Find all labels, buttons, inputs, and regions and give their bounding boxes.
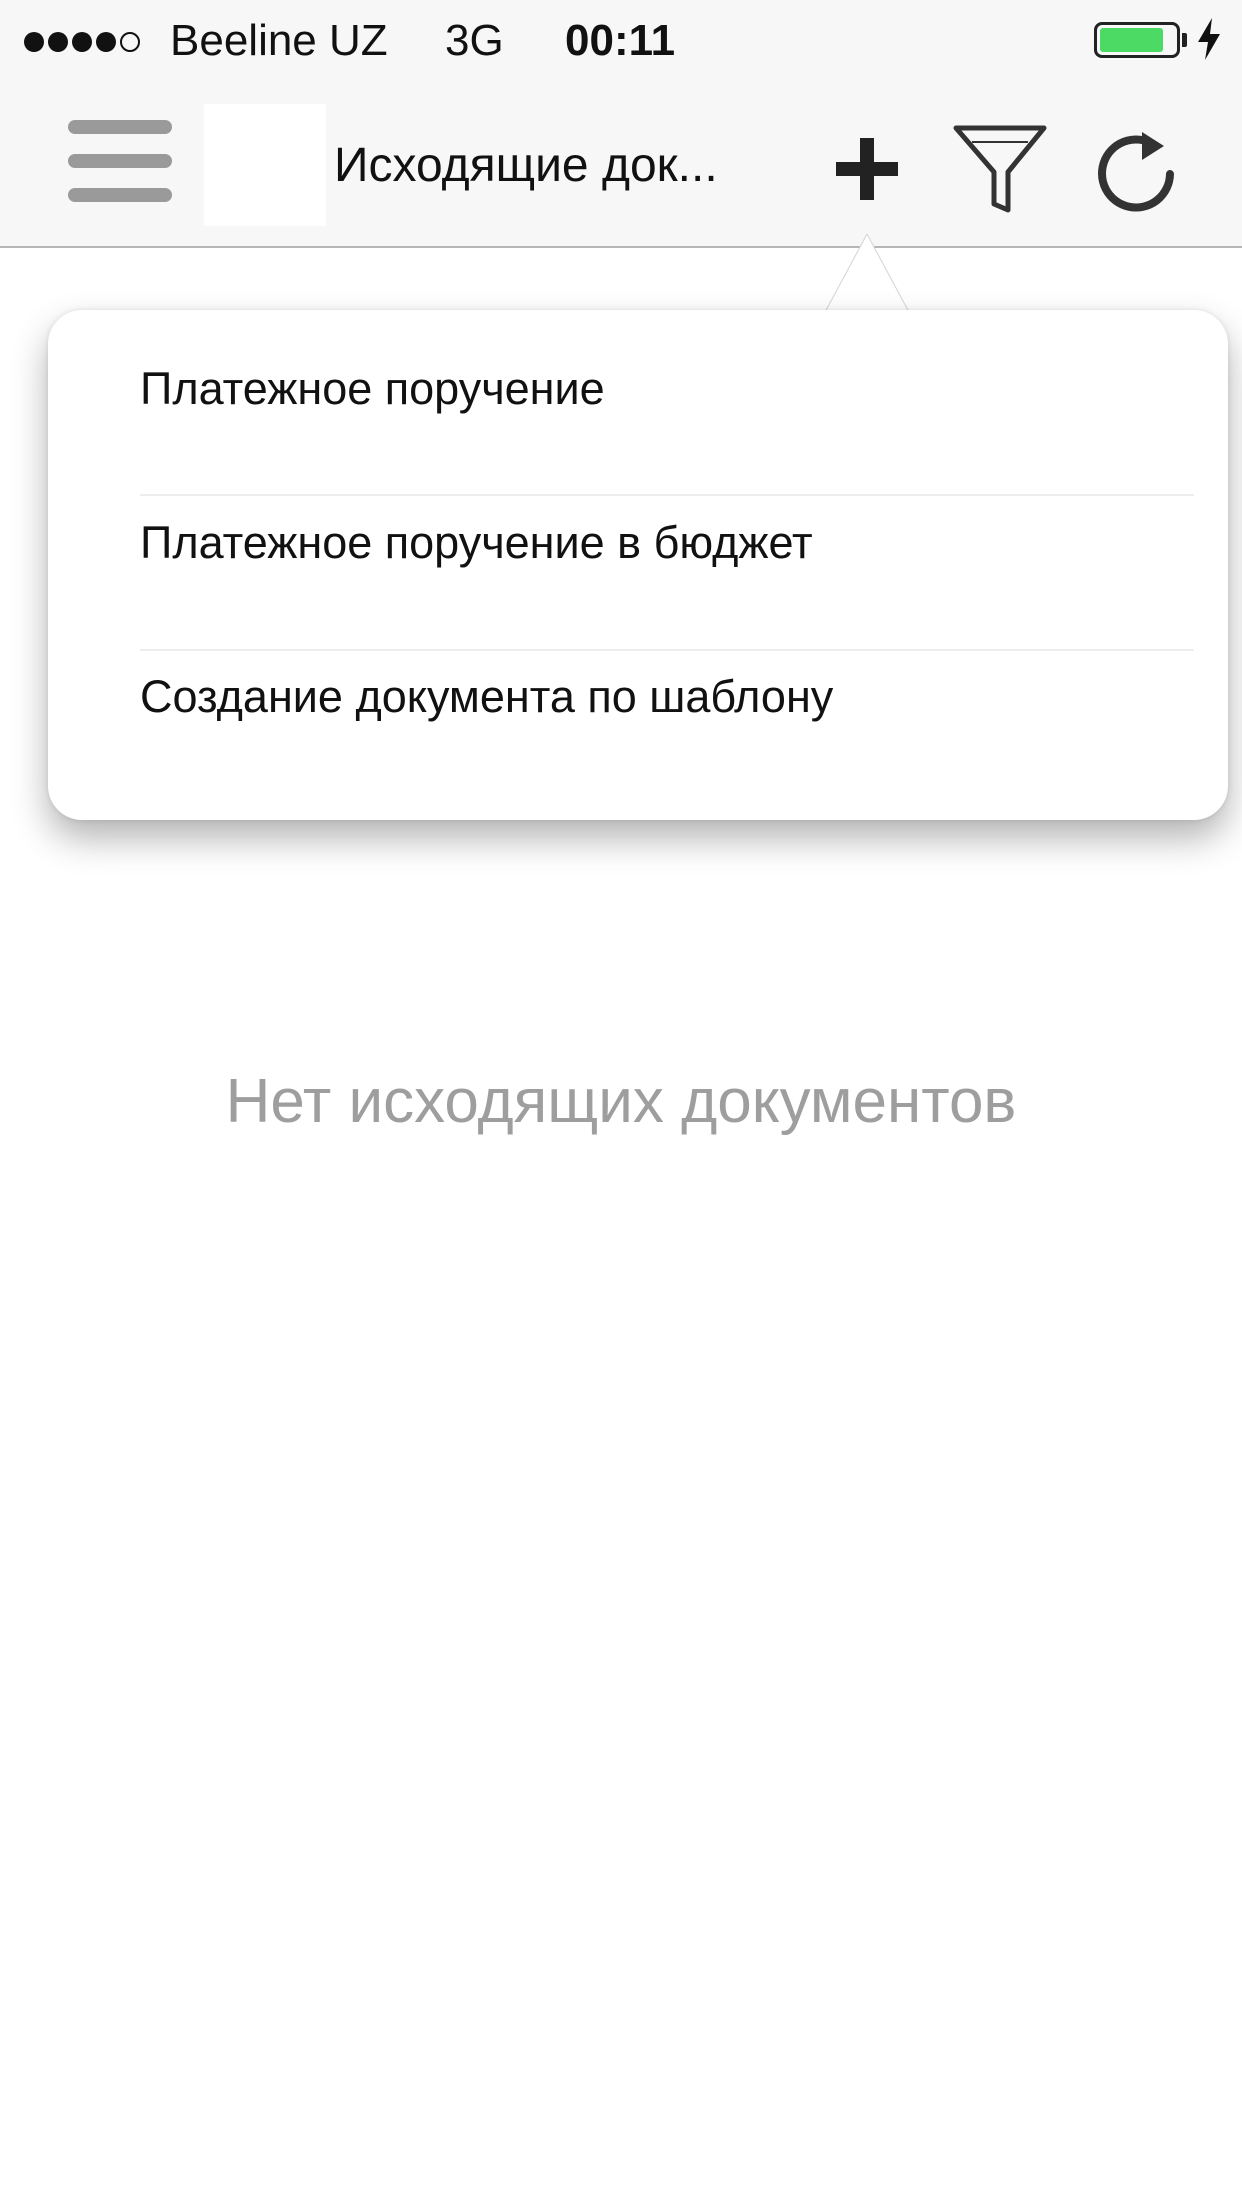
logo-placeholder — [204, 104, 326, 226]
refresh-icon[interactable] — [1090, 126, 1182, 218]
page-title: Исходящие док... — [334, 139, 718, 192]
empty-state-message: Нет исходящих документов — [225, 1067, 1017, 1136]
carrier-name: Beeline UZ — [170, 16, 388, 65]
bolt-icon — [1198, 18, 1220, 60]
clock: 00:11 — [565, 16, 676, 65]
signal-strength-icon — [24, 30, 140, 54]
battery-icon — [1094, 22, 1180, 58]
menu-item-create-from-template[interactable]: Создание документа по шаблону — [140, 620, 1140, 774]
network-type: 3G — [445, 16, 504, 65]
battery-tip — [1182, 33, 1187, 47]
status-bar: Beeline UZ 3G 00:11 — [0, 0, 1242, 80]
hamburger-menu-icon[interactable] — [64, 116, 176, 206]
popover-arrow — [824, 234, 910, 314]
filter-icon[interactable] — [952, 124, 1048, 216]
nav-bar: Исходящие док... — [0, 80, 1242, 248]
menu-item-payment-order[interactable]: Платежное поручение — [140, 312, 1140, 466]
battery-level — [1100, 28, 1163, 52]
plus-icon[interactable] — [832, 134, 902, 204]
add-document-popover: Платежное поручение Платежное поручение … — [48, 310, 1228, 820]
menu-item-budget-payment-order[interactable]: Платежное поручение в бюджет — [140, 466, 1140, 620]
